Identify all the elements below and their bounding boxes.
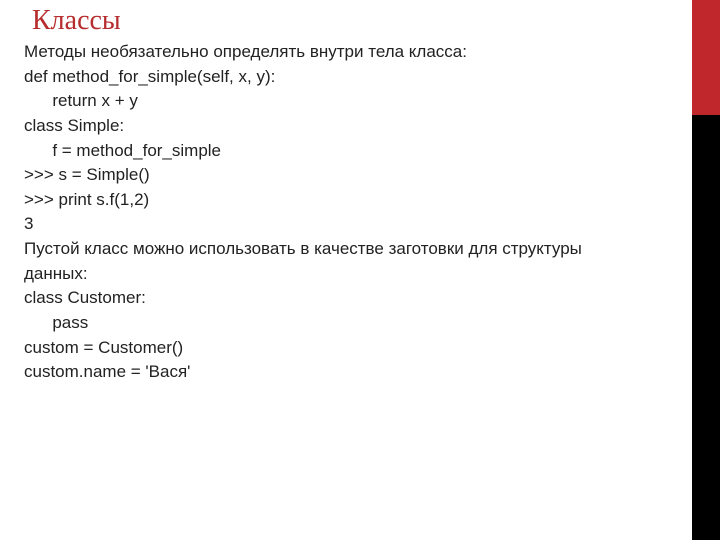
content-line: 3 [24, 212, 680, 237]
content-line: Пустой класс можно использовать в качест… [24, 237, 680, 262]
content-line: f = method_for_simple [24, 139, 680, 164]
content-line: class Customer: [24, 286, 680, 311]
content-line: custom = Customer() [24, 336, 680, 361]
slide-content: Методы необязательно определять внутри т… [24, 40, 680, 385]
content-line: данных: [24, 262, 680, 287]
accent-bar-black [692, 115, 720, 540]
content-line: pass [24, 311, 680, 336]
content-line: return x + y [24, 89, 680, 114]
accent-bar-red [692, 0, 720, 115]
slide-title: Классы [32, 5, 121, 37]
content-line: custom.name = 'Вася' [24, 360, 680, 385]
content-line: def method_for_simple(self, x, y): [24, 65, 680, 90]
content-line: >>> s = Simple() [24, 163, 680, 188]
content-line: Методы необязательно определять внутри т… [24, 40, 680, 65]
content-line: >>> print s.f(1,2) [24, 188, 680, 213]
content-line: class Simple: [24, 114, 680, 139]
